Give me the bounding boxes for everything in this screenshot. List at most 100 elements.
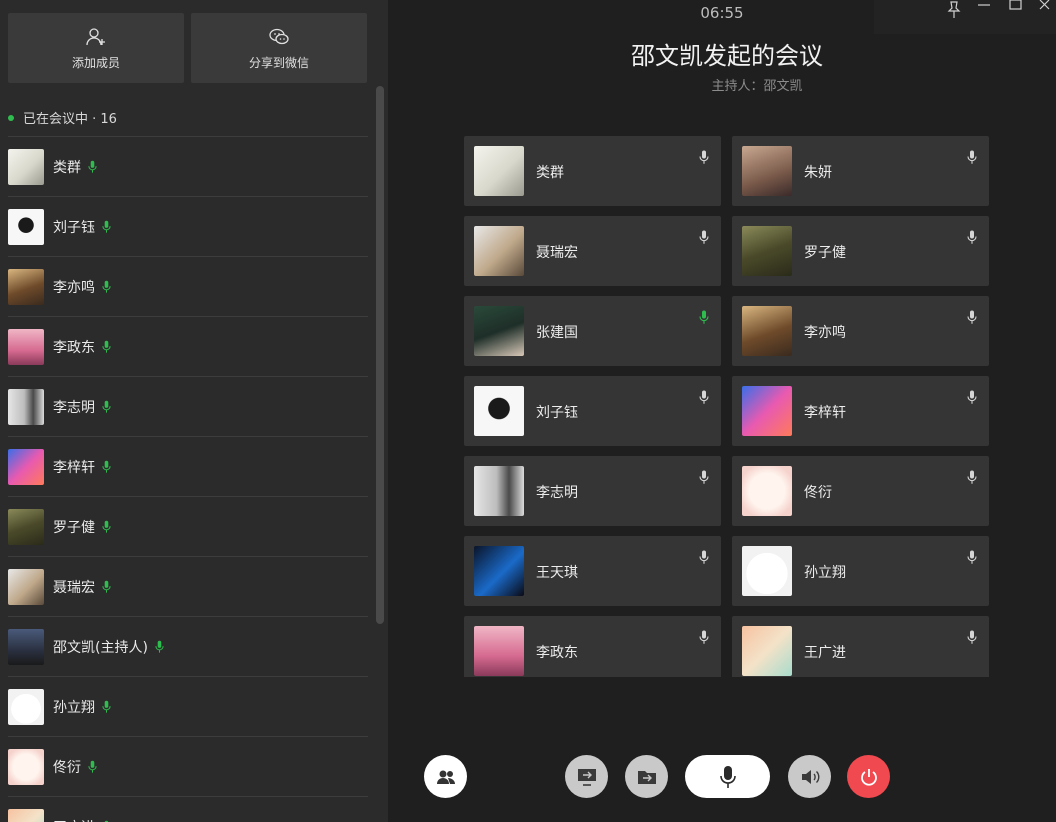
members-button[interactable] (424, 755, 467, 798)
mic-icon (719, 765, 736, 788)
participant-name: 李政东 (536, 645, 578, 661)
share-file-icon (637, 770, 656, 784)
member-name: 聂瑞宏 (53, 579, 95, 596)
member-name: 李志明 (53, 399, 95, 416)
member-row[interactable]: 聂瑞宏 (8, 556, 368, 616)
mic-icon (102, 460, 111, 473)
member-row[interactable]: 佟衍 (8, 736, 368, 796)
mic-icon (699, 550, 709, 564)
member-row[interactable]: 李政东 (8, 316, 368, 376)
meeting-window: 添加成员 分享到微信 已在会议中 · 16 类群 刘子钰 李亦鸣 李政东 李志明 李梓轩罗… (0, 0, 1056, 822)
mic-icon (699, 470, 709, 484)
participant-name: 张建国 (536, 325, 578, 341)
member-list-scrollbar[interactable] (376, 86, 384, 624)
participant-tile[interactable]: 王天琪 (464, 536, 721, 606)
minimize-icon[interactable] (974, 0, 994, 20)
mic-icon (102, 400, 111, 413)
share-screen-button[interactable] (565, 755, 608, 798)
mic-icon (88, 760, 97, 773)
participant-tile[interactable]: 李亦鸣 (732, 296, 989, 366)
meeting-host: 主持人：邵文凯 (711, 79, 803, 94)
mic-icon (699, 390, 709, 404)
leave-button[interactable] (847, 755, 890, 798)
member-name: 类群 (53, 159, 81, 176)
member-row[interactable]: 李志明 (8, 376, 368, 436)
mic-icon (699, 630, 709, 644)
share-wechat-label: 分享到微信 (248, 55, 309, 70)
mic-icon (102, 220, 111, 233)
participant-tile[interactable]: 李志明 (464, 456, 721, 526)
meeting-title: 邵文凯发起的会议 (631, 42, 823, 70)
member-avatar (8, 568, 44, 605)
participant-tile[interactable]: 佟衍 (732, 456, 989, 526)
member-row[interactable]: 类群 (8, 136, 368, 196)
mic-button[interactable] (685, 755, 770, 798)
member-name: 李政东 (53, 339, 95, 356)
participant-avatar (742, 386, 792, 436)
member-row[interactable]: 刘子钰 (8, 196, 368, 256)
member-sidebar: 添加成员 分享到微信 已在会议中 · 16 类群刘子钰李亦鸣李政东李志明李梓轩罗… (0, 0, 388, 822)
participant-name: 朱妍 (804, 165, 832, 181)
member-name: 邵文凯(主持人) (53, 639, 148, 656)
member-row[interactable]: 李亦鸣 (8, 256, 368, 316)
participant-avatar (742, 546, 792, 596)
member-name: 孙立翔 (53, 699, 95, 716)
participant-grid: 类群 朱妍聂瑞宏 罗子健张建国 李亦鸣刘子钰 李梓轩李志明 佟衍王天琪 孙立翔李政东 王广进 (464, 136, 989, 677)
window-controls (874, 0, 1056, 34)
member-avatar (8, 448, 44, 485)
member-avatar (8, 268, 44, 305)
mic-icon (102, 700, 111, 713)
participant-tile[interactable]: 孙立翔 (732, 536, 989, 606)
speaker-button[interactable] (788, 755, 831, 798)
member-avatar (8, 748, 44, 785)
member-name: 刘子钰 (53, 219, 95, 236)
member-name: 李亦鸣 (53, 279, 95, 296)
pin-icon[interactable] (944, 0, 964, 20)
maximize-icon[interactable] (1006, 0, 1026, 20)
share-file-button[interactable] (625, 755, 668, 798)
participant-tile[interactable]: 刘子钰 (464, 376, 721, 446)
participant-tile[interactable]: 罗子健 (732, 216, 989, 286)
participant-name: 王天琪 (536, 565, 578, 581)
participant-tile[interactable]: 朱妍 (732, 136, 989, 206)
member-row[interactable]: 王广进 (8, 796, 368, 822)
mic-icon (699, 150, 709, 164)
share-wechat-button[interactable]: 分享到微信 (191, 13, 367, 83)
participant-name: 孙立翔 (804, 565, 846, 581)
member-row[interactable]: 罗子健 (8, 496, 368, 556)
participant-avatar (742, 146, 792, 196)
participant-tile[interactable]: 王广进 (732, 616, 989, 677)
participant-tile[interactable]: 张建国 (464, 296, 721, 366)
mic-icon (967, 390, 977, 404)
mic-icon (967, 150, 977, 164)
participant-avatar (474, 626, 524, 676)
add-member-button[interactable]: 添加成员 (8, 13, 184, 83)
participant-avatar (742, 226, 792, 276)
member-avatar (8, 628, 44, 665)
member-name: 佟衍 (53, 759, 81, 776)
participant-tile[interactable]: 类群 (464, 136, 721, 206)
members-count-label: 已在会议中 · 16 (23, 112, 117, 127)
mic-icon (88, 160, 97, 173)
participant-name: 王广进 (804, 645, 846, 661)
participant-name: 佟衍 (804, 485, 832, 501)
participant-avatar (474, 386, 524, 436)
member-name: 李梓轩 (53, 459, 95, 476)
participant-name: 李梓轩 (804, 405, 846, 421)
member-row[interactable]: 邵文凯(主持人) (8, 616, 368, 676)
participant-avatar (742, 466, 792, 516)
participant-tile[interactable]: 李梓轩 (732, 376, 989, 446)
member-row[interactable]: 李梓轩 (8, 436, 368, 496)
member-avatar (8, 388, 44, 425)
participant-tile[interactable]: 聂瑞宏 (464, 216, 721, 286)
participant-avatar (474, 306, 524, 356)
member-row[interactable]: 孙立翔 (8, 676, 368, 736)
participant-name: 聂瑞宏 (536, 245, 578, 261)
participant-tile[interactable]: 李政东 (464, 616, 721, 677)
participant-name: 类群 (536, 165, 564, 181)
mic-icon (102, 580, 111, 593)
participant-name: 刘子钰 (536, 405, 578, 421)
participant-avatar (474, 546, 524, 596)
member-avatar (8, 328, 44, 365)
close-icon[interactable] (1036, 0, 1056, 20)
